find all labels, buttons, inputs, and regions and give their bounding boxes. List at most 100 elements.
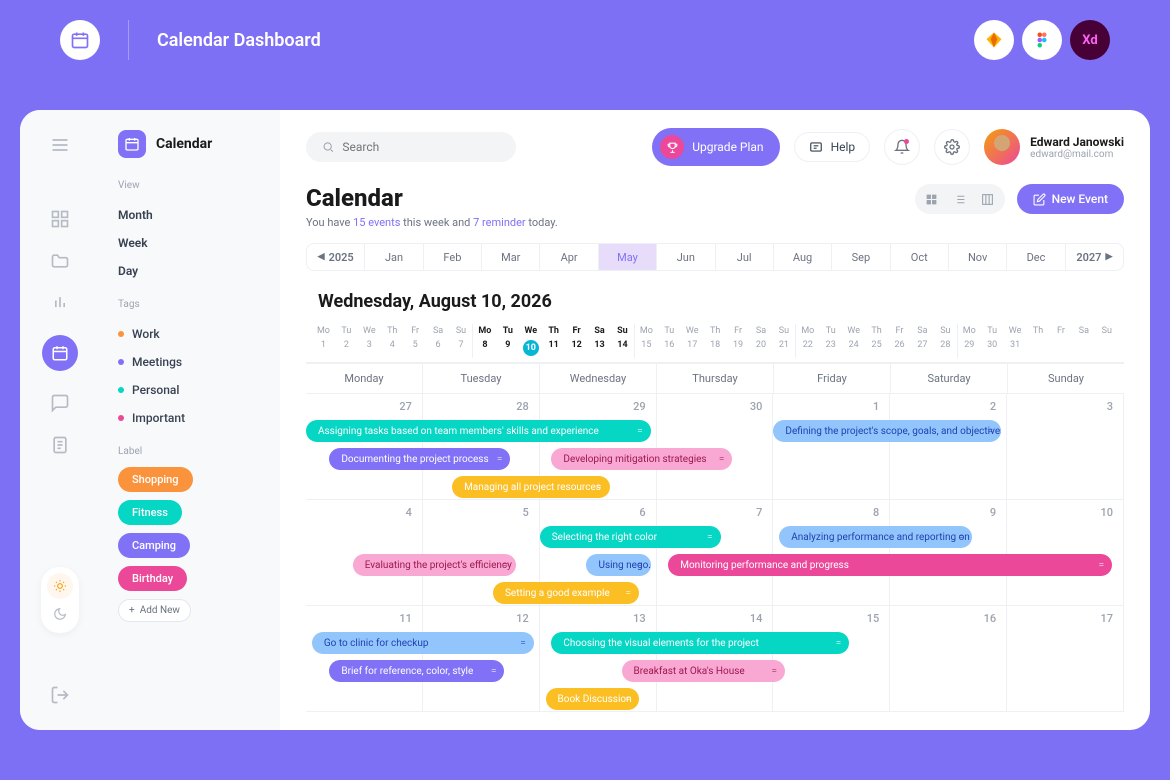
month-tabs[interactable]: ◀ 2025JanFebMarAprMayJunJulAugSepOctNovD… bbox=[306, 243, 1124, 271]
new-event-button[interactable]: New Event bbox=[1017, 184, 1124, 214]
label-shopping[interactable]: Shopping bbox=[118, 467, 193, 492]
month-tab-apr[interactable]: Apr bbox=[540, 244, 598, 270]
month-tab-sep[interactable]: Sep bbox=[832, 244, 890, 270]
month-tab-jun[interactable]: Jun bbox=[657, 244, 715, 270]
help-button[interactable]: Help bbox=[794, 132, 871, 162]
list-view-icon[interactable] bbox=[947, 188, 973, 210]
sidebar-logo-icon bbox=[118, 130, 146, 158]
add-new-button[interactable]: +Add New bbox=[118, 599, 191, 622]
dow-header: Sunday bbox=[1008, 364, 1124, 393]
edit-icon bbox=[1033, 193, 1046, 206]
month-tab-feb[interactable]: Feb bbox=[424, 244, 482, 270]
tag-important[interactable]: Important bbox=[118, 404, 262, 432]
nav-rail bbox=[20, 110, 100, 730]
logout-icon[interactable] bbox=[50, 685, 70, 705]
dashboard-icon[interactable] bbox=[50, 209, 70, 229]
month-tab-mar[interactable]: Mar bbox=[482, 244, 540, 270]
tag-work[interactable]: Work bbox=[118, 320, 262, 348]
calendar-grid: MondayTuesdayWednesdayThursdayFridaySatu… bbox=[306, 363, 1124, 712]
doc-icon[interactable] bbox=[50, 435, 70, 455]
month-tab-oct[interactable]: Oct bbox=[891, 244, 949, 270]
page-subtitle: You have 15 events this week and 7 remin… bbox=[306, 216, 558, 229]
tag-personal[interactable]: Personal bbox=[118, 376, 262, 404]
moon-icon[interactable] bbox=[47, 601, 73, 627]
event[interactable]: Documenting the project process= bbox=[329, 448, 510, 470]
dow-header: Thursday bbox=[657, 364, 774, 393]
folder-icon[interactable] bbox=[50, 251, 70, 271]
month-tab-may[interactable]: May bbox=[599, 244, 657, 270]
event[interactable]: Using nego...= bbox=[586, 554, 650, 576]
sidebar-title: Calendar bbox=[156, 136, 212, 152]
notifications-button[interactable] bbox=[884, 129, 920, 165]
sun-icon[interactable] bbox=[47, 573, 73, 599]
event[interactable]: Analyzing performance and reporting on i… bbox=[779, 526, 972, 548]
view-month[interactable]: Month bbox=[118, 201, 262, 229]
calendar-icon[interactable] bbox=[42, 335, 78, 371]
month-tab-jan[interactable]: Jan bbox=[365, 244, 423, 270]
event[interactable]: Brief for reference, color, style= bbox=[329, 660, 504, 682]
user-email: edward@mail.com bbox=[1030, 149, 1124, 160]
xd-icon[interactable]: Xd bbox=[1070, 20, 1110, 60]
month-tab-jul[interactable]: Jul bbox=[716, 244, 774, 270]
outer-header: Calendar Dashboard Xd bbox=[0, 0, 1170, 80]
figma-icon[interactable] bbox=[1022, 20, 1062, 60]
event[interactable]: Book Discussion= bbox=[546, 688, 639, 710]
event[interactable]: Setting a good example= bbox=[493, 582, 639, 604]
dow-header: Monday bbox=[306, 364, 423, 393]
user-name: Edward Janowski bbox=[1030, 135, 1124, 149]
user-menu[interactable]: Edward Janowski edward@mail.com bbox=[984, 129, 1124, 165]
logo-icon bbox=[60, 20, 100, 60]
event[interactable]: Evaluating the project's efficiency= bbox=[353, 554, 516, 576]
view-day[interactable]: Day bbox=[118, 257, 262, 285]
event[interactable]: Developing mitigation strategies= bbox=[551, 448, 732, 470]
gear-icon bbox=[944, 139, 960, 155]
page-title: Calendar bbox=[306, 184, 558, 212]
year-next[interactable]: 2027 ▶ bbox=[1066, 244, 1123, 270]
event[interactable]: Defining the project's scope, goals, and… bbox=[773, 420, 1001, 442]
dow-header: Tuesday bbox=[423, 364, 540, 393]
mini-calendar: MoTuWeThFrSaSuMoTuWeThFrSaSuMoTuWeThFrSa… bbox=[306, 320, 1124, 363]
event[interactable]: Assigning tasks based on team members' s… bbox=[306, 420, 651, 442]
grid-view-icon[interactable] bbox=[919, 188, 945, 210]
upgrade-button[interactable]: Upgrade Plan bbox=[652, 128, 779, 166]
search-icon bbox=[322, 140, 334, 154]
year-prev[interactable]: ◀ 2025 bbox=[307, 244, 365, 270]
view-week[interactable]: Week bbox=[118, 229, 262, 257]
section-view: View bbox=[118, 180, 262, 191]
label-fitness[interactable]: Fitness bbox=[118, 500, 182, 525]
date-heading: Wednesday, August 10, 2026 bbox=[306, 283, 1124, 320]
event[interactable]: Monitoring performance and progress= bbox=[668, 554, 1112, 576]
month-tab-dec[interactable]: Dec bbox=[1007, 244, 1065, 270]
column-view-icon[interactable] bbox=[975, 188, 1001, 210]
theme-toggle[interactable] bbox=[41, 567, 79, 633]
trophy-icon bbox=[660, 135, 684, 159]
tag-meetings[interactable]: Meetings bbox=[118, 348, 262, 376]
menu-icon[interactable] bbox=[50, 135, 70, 155]
label-camping[interactable]: Camping bbox=[118, 533, 190, 558]
app-window: Calendar View MonthWeekDay Tags WorkMeet… bbox=[20, 110, 1150, 730]
chart-icon[interactable] bbox=[50, 293, 70, 313]
view-toggle[interactable] bbox=[915, 184, 1005, 214]
avatar bbox=[984, 129, 1020, 165]
dow-header: Wednesday bbox=[540, 364, 657, 393]
sketch-icon[interactable] bbox=[974, 20, 1014, 60]
month-tab-aug[interactable]: Aug bbox=[774, 244, 832, 270]
settings-button[interactable] bbox=[934, 129, 970, 165]
event[interactable]: Selecting the right color= bbox=[540, 526, 721, 548]
search-input[interactable] bbox=[306, 132, 516, 162]
section-tags: Tags bbox=[118, 299, 262, 310]
help-icon bbox=[809, 140, 823, 154]
dow-header: Friday bbox=[774, 364, 891, 393]
section-labels: Label bbox=[118, 446, 262, 457]
sidebar: Calendar View MonthWeekDay Tags WorkMeet… bbox=[100, 110, 280, 730]
label-birthday[interactable]: Birthday bbox=[118, 566, 187, 591]
month-tab-nov[interactable]: Nov bbox=[949, 244, 1007, 270]
dow-header: Saturday bbox=[891, 364, 1008, 393]
chat-icon[interactable] bbox=[50, 393, 70, 413]
event[interactable]: Breakfast at Oka's House= bbox=[622, 660, 785, 682]
topbar: Upgrade Plan Help Edward Janowski edward… bbox=[306, 128, 1124, 166]
main-content: Upgrade Plan Help Edward Janowski edward… bbox=[280, 110, 1150, 730]
event[interactable]: Go to clinic for checkup= bbox=[312, 632, 534, 654]
event[interactable]: Choosing the visual elements for the pro… bbox=[551, 632, 849, 654]
event[interactable]: Managing all project resources= bbox=[452, 476, 610, 498]
